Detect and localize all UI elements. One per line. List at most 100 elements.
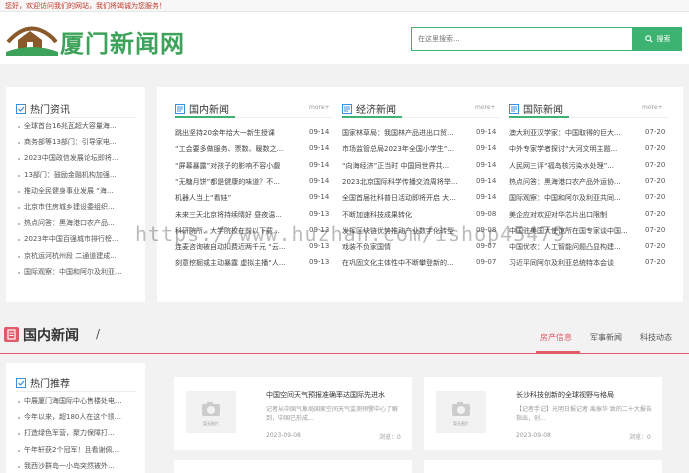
international-title[interactable]: 国际新闻 (509, 101, 563, 116)
search-box[interactable] (411, 27, 633, 51)
card-description: 【记者手记】光明日报记者 禹振华 致的二十大报告指出，创... (516, 406, 652, 422)
list-item[interactable]: 午年轩获2个冠军！且看谢佩... (18, 445, 136, 461)
list-item[interactable]: 打造绿色军营，聚力保障打... (18, 428, 136, 444)
news-row[interactable]: “向海经济”正当时 中国同世界共... 09-14 (342, 161, 500, 177)
news-date: 09-13 (309, 258, 330, 267)
news-title[interactable]: 在巩固文化主体性中不断攀登新的... (342, 258, 470, 268)
document-icon (342, 103, 352, 114)
news-title[interactable]: 刻意挖掘或主动暴露 虚拟主播“人... (175, 258, 303, 268)
news-columns-panel: 国内新闻 more+ 跳出坚持20余年给大一新生授课 09-14 “工会要多做服务、… (157, 87, 683, 302)
news-title[interactable]: 人民网三评“福岛核污染水处理”... (509, 161, 639, 171)
news-title[interactable]: 国家林草局：我国林产品进出口贸... (342, 128, 470, 138)
news-row[interactable]: 人民网三评“福岛核污染水处理”... 07-20 (509, 161, 669, 177)
domestic-title-underline (175, 116, 235, 118)
news-date: 07-20 (645, 160, 666, 169)
hot-news-list: 全球首台16兆瓦超大容量海... 商务部等13部门：引导家电... 2023中国政信… (18, 121, 136, 283)
site-header: 厦门新闻网 搜索 (0, 12, 689, 64)
news-title[interactable]: 市场监管总局2023年全国小学生“... (342, 144, 470, 154)
list-item[interactable]: 2023年中国百强城市排行榜... (18, 234, 136, 250)
news-title[interactable]: 美企应对欢迎对华芯片出口限制 (509, 210, 639, 220)
news-title[interactable]: 不断加速科技成果转化 (342, 210, 470, 220)
news-title[interactable]: 跳出坚持20余年给大一新生授课 (175, 128, 303, 138)
news-row[interactable]: 全国首届社科普日活动即将开启 大... 09-14 (342, 193, 500, 209)
news-title[interactable]: “无糖月饼”都是健康的味道？不... (175, 177, 303, 187)
news-row[interactable]: 习近平同阿尔及利亚总统特本会谈 07-20 (509, 258, 669, 274)
news-date: 09-14 (309, 128, 330, 136)
card-date: 2023-09-08 (516, 432, 551, 439)
news-title[interactable]: 习近平同阿尔及利亚总统特本会谈 (509, 258, 639, 268)
list-item[interactable]: 13部门：鼓励金融机构加强... (18, 170, 136, 186)
house-logo-icon (6, 26, 58, 56)
news-row[interactable]: 跳出坚持20余年给大一新生授课 09-14 (175, 128, 333, 144)
news-row[interactable]: 刻意挖掘或主动暴露 虚拟主播“人... 09-13 (175, 258, 333, 274)
news-title[interactable]: “向海经济”正当时 中国同世界共... (342, 161, 470, 171)
news-title[interactable]: 全国首届社科普日活动即将开启 大... (342, 193, 470, 203)
news-row[interactable]: 国家林草局：我国林产品进出口贸... 09-14 (342, 128, 500, 144)
news-title[interactable]: “屏幕暴露”对孩子的影响不容小觑 (175, 161, 303, 171)
news-card[interactable]: 暂无图片 中国空间天气预报准确率达国际先进水 记者从中国气象局国家空间天气监测预… (174, 377, 412, 450)
list-item[interactable]: 京杭运河杭州段 二通道建成... (18, 251, 136, 267)
list-item[interactable]: 2023中国政信发展论坛即将... (18, 153, 136, 169)
news-date: 09-14 (309, 144, 330, 153)
card-title[interactable]: 中国空间天气预报准确率达国际先进水 (266, 390, 385, 400)
list-item[interactable]: 我西沙群岛一小岛突然被外... (18, 461, 136, 473)
news-title[interactable]: 未来三天北京将持续晴好 昼夜温... (175, 210, 303, 220)
news-row[interactable]: “工会要多做服务、票数、暖数之... 09-14 (175, 144, 333, 160)
recommend-panel: 热门推荐 中展厦门海国际中心售楼处电... 今年以来，超180人在这个领... 打造… (6, 363, 145, 473)
news-title[interactable]: 机器人当上“看娃” (175, 193, 303, 203)
tab-tech[interactable]: 科技动态 (640, 332, 672, 343)
news-row[interactable]: 中外专家学者探讨“大河文明主题... 07-20 (509, 144, 669, 160)
list-item[interactable]: 全球首台16兆瓦超大容量海... (18, 121, 136, 137)
section-divider (0, 353, 689, 354)
tab-real-estate[interactable]: 房产信息 (540, 332, 572, 343)
news-row[interactable]: 2023北京国际科学传播交流周将举... 09-14 (342, 177, 500, 193)
list-item[interactable]: 国际观察：中国和阿尔及利亚... (18, 267, 136, 283)
news-card-partial[interactable] (174, 460, 412, 473)
economy-title-text: 经济新闻 (356, 105, 396, 116)
news-card[interactable]: 暂无图片 长沙科技创新的全球视野与格局 【记者手记】光明日报记者 禹振华 致的二… (424, 377, 662, 450)
news-row[interactable]: 市场监管总局2023年全国小学生“... 09-14 (342, 144, 500, 160)
international-more-link[interactable]: more+ (642, 104, 663, 111)
news-date: 09-14 (476, 176, 497, 185)
news-title[interactable]: 热点问答：黑海港口农产品外运协... (509, 177, 639, 187)
list-item[interactable]: 中展厦门海国际中心售楼处电... (18, 396, 136, 412)
card-views: 浏览：0 (379, 434, 401, 441)
domestic-more-link[interactable]: more+ (309, 104, 330, 111)
top-welcome-bar: 您好，欢迎访问我们的网站，我们将竭诚为您服务！ (0, 0, 689, 12)
list-item[interactable]: 今年以来，超180人在这个领... (18, 412, 136, 428)
welcome-text: 您好，欢迎访问我们的网站，我们将竭诚为您服务！ (5, 2, 166, 10)
news-row[interactable]: 在巩固文化主体性中不断攀登新的... 09-07 (342, 258, 500, 274)
card-date: 2023-09-08 (266, 432, 301, 439)
section-icon (4, 327, 19, 342)
search-button[interactable]: 搜索 (633, 27, 682, 51)
economy-more-link[interactable]: more+ (475, 104, 496, 111)
domestic-title[interactable]: 国内新闻 (175, 101, 229, 116)
news-card-partial[interactable] (424, 460, 662, 473)
news-row[interactable]: “无糖月饼”都是健康的味道？不... 09-14 (175, 177, 333, 193)
tab-military[interactable]: 军事新闻 (590, 332, 622, 343)
news-row[interactable]: “屏幕暴露”对孩子的影响不容小觑 09-14 (175, 161, 333, 177)
list-item[interactable]: 商务部等13部门：引导家电... (18, 137, 136, 153)
site-logo[interactable]: 厦门新闻网 (6, 20, 186, 60)
list-item[interactable]: 热点问答：黑海港口农产品... (18, 218, 136, 234)
news-title[interactable]: 国际观察：中国和阿尔及利亚共同... (509, 193, 639, 203)
news-date: 07-20 (645, 258, 666, 267)
news-row[interactable]: 机器人当上“看娃” 09-14 (175, 193, 333, 209)
recommend-list: 中展厦门海国际中心售楼处电... 今年以来，超180人在这个领... 打造绿色军营，… (18, 396, 136, 473)
divider (16, 391, 136, 392)
image-placeholder-icon (452, 402, 470, 416)
news-title[interactable]: “工会要多做服务、票数、暖数之... (175, 144, 303, 154)
hot-news-title: 热门资讯 (16, 101, 70, 116)
card-title[interactable]: 长沙科技创新的全球视野与格局 (516, 390, 614, 400)
news-title[interactable]: 澳大利亚汉学家：中国取得的巨大... (509, 128, 639, 138)
news-row[interactable]: 澳大利亚汉学家：中国取得的巨大... 07-20 (509, 128, 669, 144)
news-row[interactable]: 国际观察：中国和阿尔及利亚共同... 07-20 (509, 193, 669, 209)
search-input[interactable] (412, 28, 632, 50)
list-item[interactable]: 推动全民健身事业发展 “海... (18, 186, 136, 202)
economy-title[interactable]: 经济新闻 (342, 101, 396, 116)
site-name: 厦门新闻网 (60, 29, 185, 58)
news-title[interactable]: 2023北京国际科学传播交流周将举... (342, 177, 470, 187)
list-item[interactable]: 北京市住房城乡建设委组织... (18, 202, 136, 218)
news-row[interactable]: 热点问答：黑海港口农产品外运协... 07-20 (509, 177, 669, 193)
news-title[interactable]: 中外专家学者探讨“大河文明主题... (509, 144, 639, 154)
